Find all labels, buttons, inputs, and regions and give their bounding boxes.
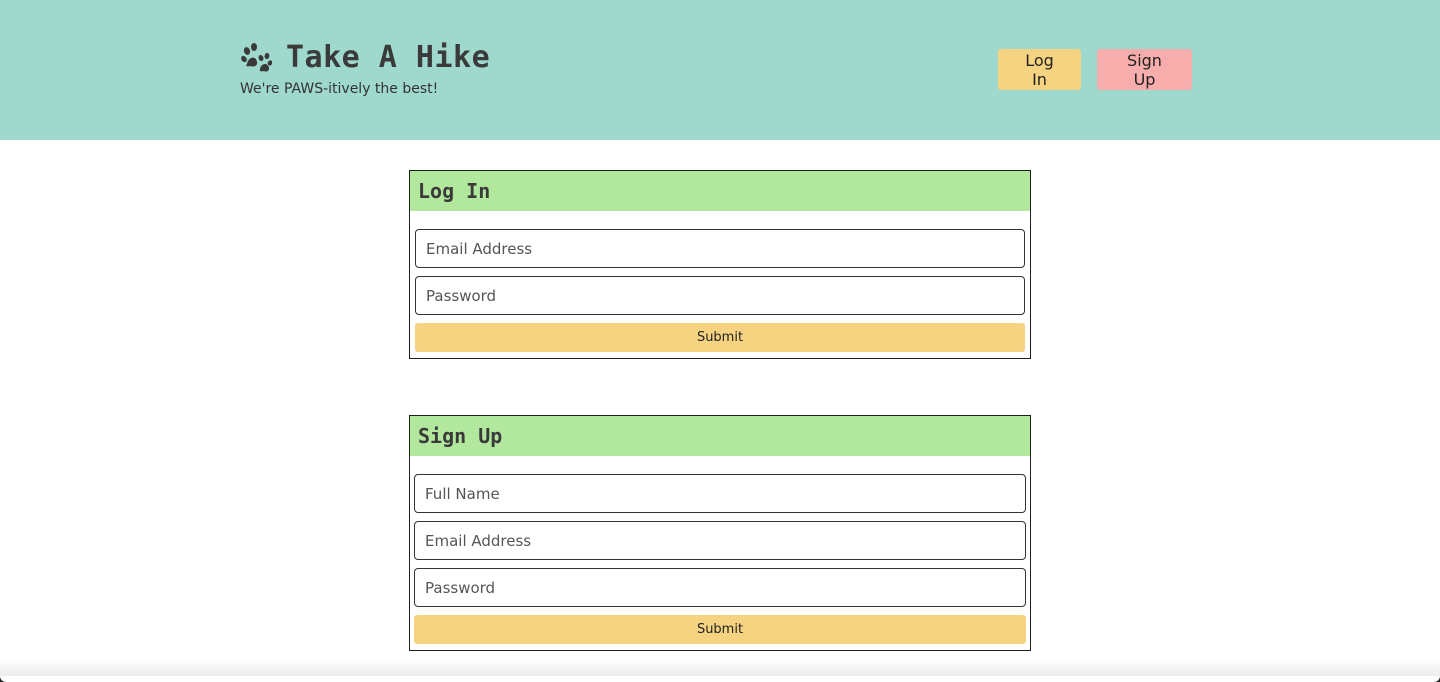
signup-name-input[interactable] (414, 474, 1026, 513)
site-header: Take A Hike We're PAWS-itively the best!… (0, 0, 1440, 140)
login-nav-button[interactable]: Log In (998, 49, 1081, 90)
window-bottom-edge-fill (0, 676, 1440, 682)
login-password-input[interactable] (415, 276, 1025, 315)
site-title: Take A Hike (240, 40, 490, 75)
site-tagline: We're PAWS-itively the best! (240, 81, 439, 97)
signup-nav-button[interactable]: Sign Up (1097, 49, 1192, 90)
login-email-input[interactable] (415, 229, 1025, 268)
signup-card-title: Sign Up (410, 416, 1030, 456)
login-card: Log In Submit (409, 170, 1031, 359)
paw-icon (240, 42, 273, 74)
signup-form: Submit (410, 456, 1030, 644)
signup-password-input[interactable] (414, 568, 1026, 607)
window-bottom-edge (0, 676, 1440, 682)
brand: Take A Hike We're PAWS-itively the best! (240, 40, 490, 97)
site-title-text: Take A Hike (286, 40, 491, 75)
signup-submit-button[interactable]: Submit (414, 615, 1026, 644)
signup-email-input[interactable] (414, 521, 1026, 560)
login-card-title: Log In (410, 171, 1030, 211)
login-form: Submit (410, 211, 1030, 352)
login-submit-button[interactable]: Submit (415, 323, 1025, 352)
signup-card: Sign Up Submit (409, 415, 1031, 651)
